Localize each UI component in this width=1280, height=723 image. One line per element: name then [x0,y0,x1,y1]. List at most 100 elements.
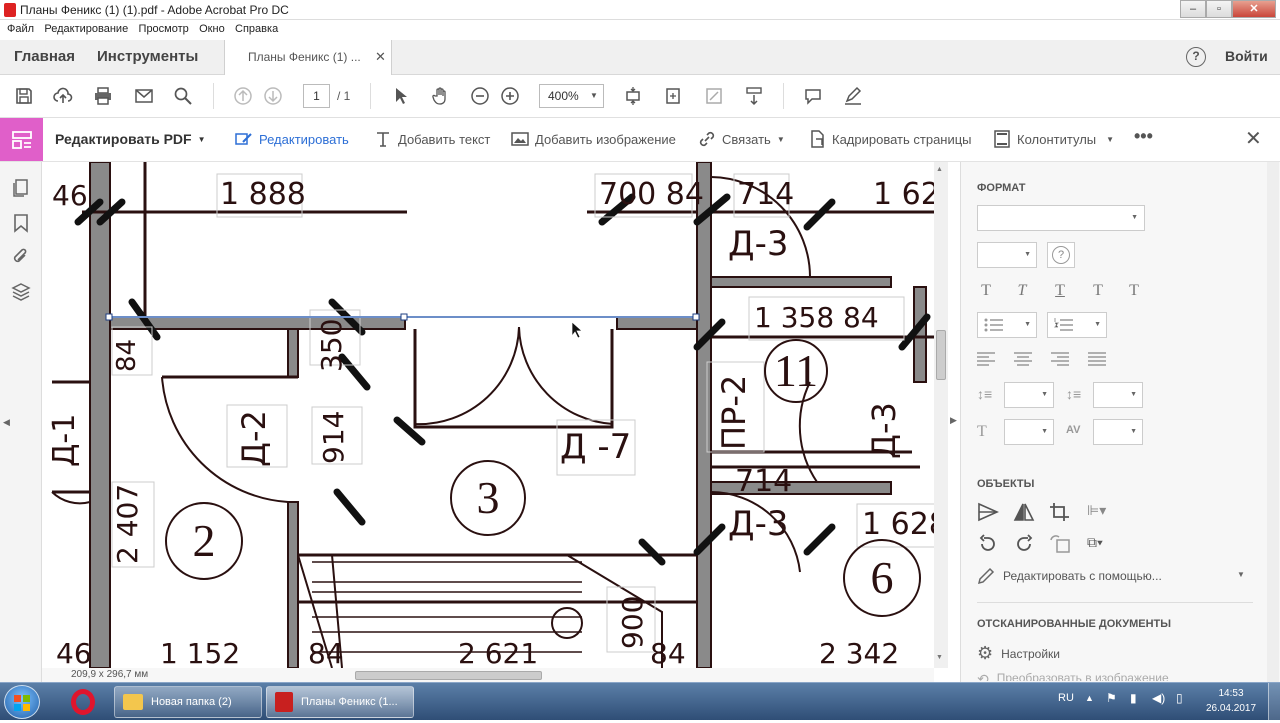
sign-in-link[interactable]: Войти [1225,40,1268,75]
rotate-page-icon[interactable] [662,85,684,107]
link-button[interactable]: Связать ▼ [698,130,785,148]
menu-view[interactable]: Просмотр [139,23,189,35]
language-indicator[interactable]: RU [1058,692,1074,704]
replace-image-icon[interactable] [1049,534,1071,554]
line-spacing-select[interactable]: ▼ [1004,382,1054,408]
text-style-icon[interactable]: T [975,280,997,302]
bookmark-icon[interactable] [12,213,30,236]
attachment-icon[interactable] [11,247,31,270]
save-icon[interactable] [13,85,35,107]
expand-left-pane-icon[interactable]: ◀ [3,417,10,428]
align-right-icon[interactable] [1049,352,1069,366]
font-size-select[interactable]: ▼ [977,242,1037,268]
start-button[interactable] [4,685,40,719]
scroll-mode-icon[interactable] [743,85,765,107]
highlight-pen-icon[interactable] [842,85,864,107]
page-number-input[interactable]: 1 [303,84,330,108]
tab-document[interactable]: Планы Феникс (1) ... ✕ [224,40,392,76]
crop-icon[interactable] [1049,502,1071,522]
clock-time[interactable]: 14:53 [1206,688,1256,699]
align-center-icon[interactable] [1013,352,1033,366]
collapse-right-pane-icon[interactable]: ▶ [950,415,957,426]
character-spacing-select[interactable]: ▼ [1093,419,1143,445]
edit-pdf-tool-icon[interactable] [0,118,43,161]
scroll-up-arrow-icon[interactable]: ▲ [936,166,943,173]
page-thumbnails-icon[interactable] [11,178,31,201]
edit-with-button[interactable]: Редактировать с помощью... [977,567,1162,585]
add-image-button[interactable]: Добавить изображение [511,130,676,148]
volume-icon[interactable]: ◀) [1152,691,1165,705]
scroll-thumb[interactable] [936,330,946,380]
scroll-down-arrow-icon[interactable]: ▼ [936,654,943,661]
menu-edit[interactable]: Редактирование [44,23,128,35]
upload-cloud-icon[interactable] [52,85,74,107]
network-signal-icon[interactable]: ▮ [1130,691,1137,705]
paragraph-spacing-select[interactable]: ▼ [1093,382,1143,408]
rotate-left-icon[interactable] [977,534,999,554]
previous-page-icon[interactable] [232,85,254,107]
panel-scrollbar[interactable] [1267,162,1279,682]
close-tab-icon[interactable]: ✕ [375,40,386,74]
rotate-right-icon[interactable] [1013,534,1035,554]
zoom-in-icon[interactable] [499,85,521,107]
align-objects-icon[interactable]: ⊫▾ [1087,502,1106,519]
tab-home[interactable]: Главная [14,40,75,75]
next-page-icon[interactable] [262,85,284,107]
italic-icon[interactable]: T [1011,280,1033,302]
zoom-out-icon[interactable] [469,85,491,107]
close-window-button[interactable]: ✕ [1232,0,1276,18]
zoom-level-select[interactable]: 400% ▼ [539,84,604,108]
numbered-list-select[interactable]: ▼ [1047,312,1107,338]
crop-pages-button[interactable]: Кадрировать страницы [808,130,972,148]
search-icon[interactable] [172,85,194,107]
battery-icon[interactable]: ▯ [1176,691,1183,705]
clock-date[interactable]: 26.04.2017 [1202,703,1260,714]
chevron-down-icon[interactable]: ▼ [1237,570,1245,579]
horizontal-scale-select[interactable]: ▼ [1004,419,1054,445]
align-justify-icon[interactable] [1087,352,1107,366]
subscript-icon[interactable]: T [1123,280,1145,302]
convert-to-image-button[interactable]: ⟲ Преобразовать в изображение [977,671,1169,681]
fit-page-icon[interactable] [622,85,644,107]
font-family-select[interactable]: ▼ [977,205,1145,231]
flag-icon[interactable]: ⚑ [1106,691,1117,705]
comment-icon[interactable] [802,85,824,107]
show-desktop-button[interactable] [1268,683,1280,721]
bullet-list-select[interactable]: ▼ [977,312,1037,338]
chevron-down-icon: ▼ [1094,321,1101,328]
menu-help[interactable]: Справка [235,23,278,35]
add-text-button[interactable]: Добавить текст [374,130,490,148]
tray-expand-icon[interactable]: ▲ [1085,693,1094,703]
vertical-scrollbar[interactable]: ▲ ▼ [934,162,948,668]
help-icon[interactable]: ? [1186,47,1206,67]
align-left-icon[interactable] [977,352,997,366]
arrange-icon[interactable]: ⧉▾ [1087,534,1103,551]
edit-button[interactable]: Редактировать [235,130,349,148]
more-options-icon[interactable]: ••• [1134,126,1153,147]
layers-icon[interactable] [11,282,31,305]
header-footer-button[interactable]: Колонтитулы ▼ [993,130,1114,148]
hand-tool-icon[interactable] [430,85,452,107]
maximize-button[interactable]: ▫ [1206,0,1232,18]
flip-vertical-icon[interactable] [1013,502,1035,522]
settings-button[interactable]: ⚙ Настройки [977,643,1060,664]
minimize-button[interactable]: – [1180,0,1206,18]
opera-browser-icon[interactable] [66,687,100,717]
underline-icon[interactable]: T [1049,280,1071,302]
edit-pdf-menu[interactable]: Редактировать PDF ▼ [55,131,206,147]
email-icon[interactable] [133,85,155,107]
menu-window[interactable]: Окно [199,23,225,35]
flip-horizontal-icon[interactable] [977,502,999,522]
document-canvas[interactable]: 46 1 888 700 84 714 1 62 Д-3 1 358 84 11… [42,162,960,668]
close-edit-icon[interactable]: ✕ [1245,126,1262,151]
font-color-button[interactable]: ? [1047,242,1075,268]
select-cursor-icon[interactable] [390,85,412,107]
menu-file[interactable]: Файл [7,23,34,35]
print-icon[interactable] [92,85,114,107]
superscript-icon[interactable]: T [1087,280,1109,302]
horizontal-scroll-thumb[interactable] [355,671,542,680]
taskbar-acrobat-button[interactable]: Планы Феникс (1... [266,686,414,718]
tab-tools[interactable]: Инструменты [97,40,198,75]
taskbar-folder-button[interactable]: Новая папка (2) [114,686,262,718]
full-screen-icon[interactable] [703,85,725,107]
